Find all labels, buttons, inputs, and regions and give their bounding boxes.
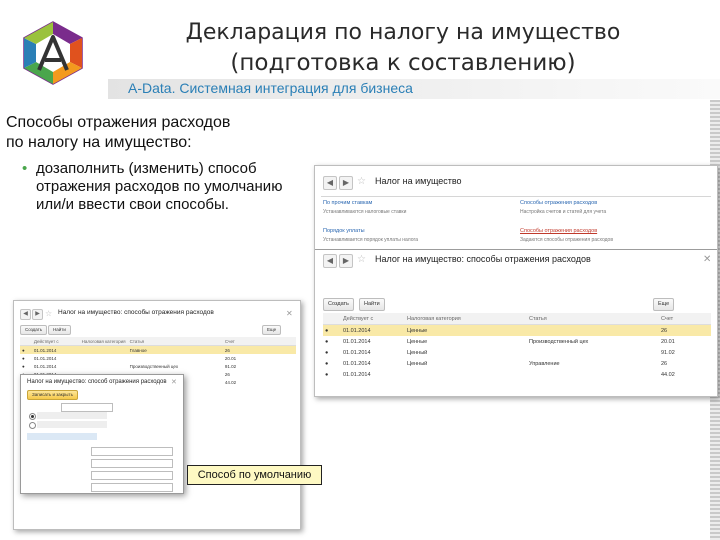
settings-note-2: Настройка счетов и статей для учета <box>520 209 607 215</box>
bullet-text: дозаполнить (изменить) способ отражения … <box>36 160 283 213</box>
expense-method-dialog: Налог на имущество: способ отражения рас… <box>20 374 184 494</box>
table-row[interactable]: ● 01.01.2014 Ценный 91.02 <box>323 347 711 358</box>
more-button[interactable]: Еще <box>262 325 282 335</box>
tax-settings-window: ◀ ▶ ☆ Налог на имущество По прочим ставк… <box>314 165 718 397</box>
back-icon[interactable]: ◀ <box>20 309 31 320</box>
expense-methods-table: Действует с Налоговая категория Статья С… <box>323 313 711 380</box>
account-field[interactable] <box>91 447 173 456</box>
settings-note-1: Устанавливаются налоговые ставки <box>323 209 407 215</box>
date-field[interactable] <box>61 403 113 412</box>
table-row[interactable]: ● 01.01.2014 20.01 <box>20 354 296 362</box>
section-heading: Способы отражения расходов по налогу на … <box>6 114 231 151</box>
create-button[interactable]: Создать <box>20 325 48 335</box>
expense-methods-link[interactable]: Способы отражения расходов <box>520 228 597 234</box>
close-icon[interactable]: ✕ <box>703 254 711 265</box>
division-field[interactable] <box>91 483 173 492</box>
table-row[interactable]: ● 01.01.2014 Ценный Управление 26 <box>323 358 711 369</box>
forward-icon[interactable]: ▶ <box>339 176 353 190</box>
default-method-callout: Способ по умолчанию <box>187 465 322 485</box>
table-row[interactable]: ●01.01.201444.02 <box>323 369 711 380</box>
star-icon[interactable]: ☆ <box>357 176 366 187</box>
radio-option-1[interactable] <box>29 413 36 420</box>
star-icon[interactable]: ☆ <box>45 309 52 318</box>
list-title: Налог на имущество: способы отражения ра… <box>375 254 591 264</box>
bullet-icon: • <box>22 160 28 177</box>
subconto-field[interactable] <box>91 459 173 468</box>
item-field[interactable] <box>91 471 173 480</box>
find-button[interactable]: Найти <box>359 298 385 311</box>
logo-icon <box>23 21 83 85</box>
table-row[interactable]: ● 01.01.2014 Ценные Производственный цех 20.… <box>323 336 711 347</box>
settings-note-3: Устанавливается порядок уплаты налога <box>323 237 419 243</box>
forward-icon[interactable]: ▶ <box>339 254 353 268</box>
table-header: Действует с Налоговая категория Статья С… <box>20 337 296 346</box>
find-button[interactable]: Найти <box>48 325 71 335</box>
star-icon[interactable]: ☆ <box>357 254 366 265</box>
settings-link-3[interactable]: Порядок уплаты <box>323 228 365 234</box>
table-row[interactable]: ● 01.01.2014 Ценные 26 <box>323 324 711 336</box>
table-row[interactable]: ● 01.01.2014 Производственный цех 91.02 <box>20 362 296 370</box>
settings-link-2[interactable]: Способы отражения расходов <box>520 200 597 206</box>
close-icon[interactable]: ✕ <box>171 378 177 386</box>
section-link[interactable] <box>27 433 97 440</box>
create-button[interactable]: Создать <box>323 298 354 311</box>
window-title: Налог на имущество: способы отражения ра… <box>58 309 214 316</box>
back-icon[interactable]: ◀ <box>323 176 337 190</box>
save-and-close-button[interactable]: Записать и закрыть <box>27 390 78 400</box>
back-icon[interactable]: ◀ <box>323 254 337 268</box>
table-header: Действует с Налоговая категория Статья С… <box>323 313 711 325</box>
window-title: Налог на имущество <box>375 176 462 186</box>
subtitle-text: A-Data. Системная интеграция для бизнеса <box>128 80 413 96</box>
settings-link-1[interactable]: По прочим ставкам <box>323 200 372 206</box>
dialog-title: Налог на имущество: способ отражения рас… <box>27 379 167 385</box>
page-title: Декларация по налогу на имущество (подго… <box>185 20 621 76</box>
settings-note-4: Задаются способы отражения расходов <box>520 237 613 243</box>
table-row[interactable]: ● 01.01.2014 Главное 26 <box>20 345 296 354</box>
more-button[interactable]: Еще <box>653 298 675 311</box>
close-icon[interactable]: ✕ <box>286 309 293 318</box>
radio-option-2[interactable] <box>29 422 36 429</box>
forward-icon[interactable]: ▶ <box>32 309 43 320</box>
subtitle-bar: A-Data. Системная интеграция для бизнеса <box>108 79 720 99</box>
